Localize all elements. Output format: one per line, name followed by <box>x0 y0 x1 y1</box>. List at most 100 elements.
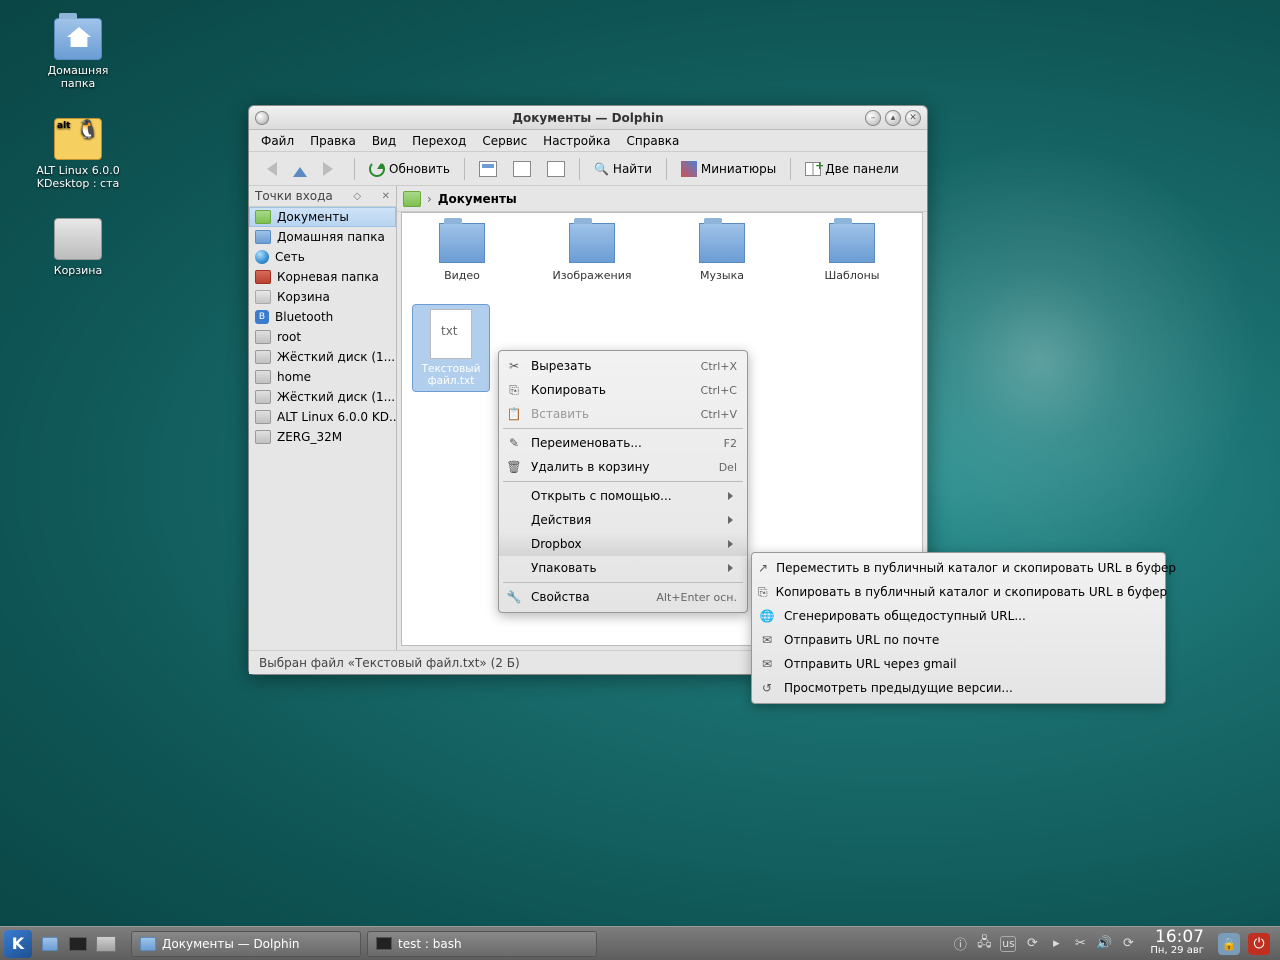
menu-separator <box>503 481 743 482</box>
view-icons-button[interactable] <box>474 158 502 180</box>
breadcrumb[interactable]: › Документы <box>397 186 927 212</box>
menu-settings[interactable]: Настройка <box>537 132 616 150</box>
panel-close-icon[interactable]: ✕ <box>382 191 390 202</box>
file-item-selected[interactable]: Текстовый файл.txt <box>412 304 490 392</box>
folder-icon <box>699 223 745 263</box>
menu-item-icon <box>505 560 523 576</box>
details-view-icon <box>513 161 531 177</box>
file-label: Текстовый файл.txt <box>417 363 485 387</box>
menu-item-icon: ⎘ <box>505 382 523 398</box>
folder-icon <box>439 223 485 263</box>
submenu-arrow-icon <box>728 540 737 548</box>
context-item[interactable]: ✂ВырезатьCtrl+X <box>499 354 747 378</box>
context-item[interactable]: Упаковать <box>499 556 747 580</box>
keyboard-layout[interactable]: us <box>1000 936 1016 952</box>
place-icon <box>255 330 271 344</box>
updates-icon[interactable]: ⟳ <box>1120 936 1136 952</box>
folder-item[interactable]: Изображения <box>542 223 642 282</box>
context-item[interactable]: Dropbox <box>499 532 747 556</box>
clock[interactable]: 16:07 Пн, 29 авг <box>1150 931 1204 957</box>
quicklaunch-dolphin[interactable] <box>38 932 62 956</box>
menu-item-icon: ⎘ <box>758 584 768 600</box>
menu-file[interactable]: Файл <box>255 132 300 150</box>
menu-edit[interactable]: Правка <box>304 132 362 150</box>
show-desktop[interactable] <box>94 932 118 956</box>
task-konsole[interactable]: test : bash <box>367 931 597 957</box>
menu-help[interactable]: Справка <box>621 132 686 150</box>
back-button[interactable] <box>255 159 282 179</box>
panel-pin-icon[interactable]: ◇ <box>353 191 361 202</box>
sidebar-item-9[interactable]: Жёсткий диск (1... <box>249 387 396 407</box>
volume-icon[interactable]: 🔊 <box>1096 936 1112 952</box>
place-icon <box>255 350 271 364</box>
menu-item-icon: 📋 <box>505 406 523 422</box>
dropbox-submenu: ↗Переместить в публичный каталог и скопи… <box>751 552 1166 704</box>
desktop-icon <box>96 936 116 952</box>
kickoff-button[interactable]: K <box>4 930 32 958</box>
folder-item[interactable]: Видео <box>412 223 512 282</box>
titlebar[interactable]: Документы — Dolphin – ▴ ✕ <box>249 106 927 130</box>
sidebar-item-2[interactable]: Сеть <box>249 247 396 267</box>
network-icon[interactable]: 🖧 <box>976 936 992 952</box>
up-button[interactable] <box>288 157 312 180</box>
submenu-item[interactable]: ✉Отправить URL через gmail <box>752 652 1165 676</box>
dropbox-tray-icon[interactable]: ⟳ <box>1024 936 1040 952</box>
find-button[interactable]: 🔍Найти <box>589 159 657 179</box>
sidebar-item-8[interactable]: home <box>249 367 396 387</box>
menu-view[interactable]: Вид <box>366 132 402 150</box>
breadcrumb-separator: › <box>427 192 432 206</box>
desktop-icon-trash[interactable]: Корзина <box>30 218 126 277</box>
separator <box>666 158 667 180</box>
split-button[interactable]: +Две панели <box>800 159 904 179</box>
tray-expand-icon[interactable]: ▸ <box>1048 936 1064 952</box>
sidebar-item-10[interactable]: ALT Linux 6.0.0 KD... <box>249 407 396 427</box>
context-item[interactable]: ⎘КопироватьCtrl+C <box>499 378 747 402</box>
info-icon[interactable]: ⓘ <box>952 936 968 952</box>
sidebar-item-4[interactable]: Корзина <box>249 287 396 307</box>
sidebar-item-5[interactable]: BBluetooth <box>249 307 396 327</box>
menu-separator <box>503 428 743 429</box>
sidebar-item-11[interactable]: ZERG_32M <box>249 427 396 447</box>
submenu-item[interactable]: 🌐Сгенерировать общедоступный URL... <box>752 604 1165 628</box>
submenu-item[interactable]: ↗Переместить в публичный каталог и скопи… <box>752 556 1165 580</box>
thumbnails-button[interactable]: Миниатюры <box>676 158 781 180</box>
menu-go[interactable]: Переход <box>406 132 472 150</box>
desktop-icon-home[interactable]: Домашняяпапка <box>30 18 126 90</box>
separator <box>464 158 465 180</box>
sidebar-item-1[interactable]: Домашняя папка <box>249 227 396 247</box>
menu-tools[interactable]: Сервис <box>476 132 533 150</box>
folder-item[interactable]: Музыка <box>672 223 772 282</box>
view-details-button[interactable] <box>508 158 536 180</box>
context-item[interactable]: 🗑Удалить в корзинуDel <box>499 455 747 479</box>
sidebar-item-0[interactable]: Документы <box>249 207 396 227</box>
folder-item[interactable]: Шаблоны <box>802 223 902 282</box>
clipboard-icon[interactable]: ✂ <box>1072 936 1088 952</box>
context-item[interactable]: ✎Переименовать...F2 <box>499 431 747 455</box>
submenu-item[interactable]: ↺Просмотреть предыдущие версии... <box>752 676 1165 700</box>
submenu-item[interactable]: ✉Отправить URL по почте <box>752 628 1165 652</box>
menu-item-icon: ✉ <box>758 656 776 672</box>
context-item: 📋ВставитьCtrl+V <box>499 402 747 426</box>
forward-button[interactable] <box>318 159 345 179</box>
context-item[interactable]: Открыть с помощью... <box>499 484 747 508</box>
context-item[interactable]: 🔧СвойстваAlt+Enter осн. <box>499 585 747 609</box>
task-dolphin[interactable]: Документы — Dolphin <box>131 931 361 957</box>
shutdown-button[interactable]: ⏻ <box>1248 933 1270 955</box>
trash-icon <box>54 218 102 260</box>
lock-button[interactable]: 🔒 <box>1218 933 1240 955</box>
submenu-arrow-icon <box>728 564 737 572</box>
folder-icon <box>403 191 421 207</box>
desktop-icon-altlinux[interactable]: alt🐧 ALT Linux 6.0.0KDesktop : ста <box>30 118 126 190</box>
quicklaunch-konsole[interactable] <box>66 932 90 956</box>
place-icon <box>255 430 271 444</box>
menu-item-icon: 🗑 <box>505 459 523 475</box>
sidebar-item-7[interactable]: Жёсткий диск (1... <box>249 347 396 367</box>
sidebar-item-6[interactable]: root <box>249 327 396 347</box>
submenu-item[interactable]: ⎘Копировать в публичный каталог и скопир… <box>752 580 1165 604</box>
sidebar-item-3[interactable]: Корневая папка <box>249 267 396 287</box>
terminal-icon <box>69 937 87 951</box>
refresh-button[interactable]: Обновить <box>364 158 455 180</box>
view-columns-button[interactable] <box>542 158 570 180</box>
context-item[interactable]: Действия <box>499 508 747 532</box>
place-icon <box>255 370 271 384</box>
